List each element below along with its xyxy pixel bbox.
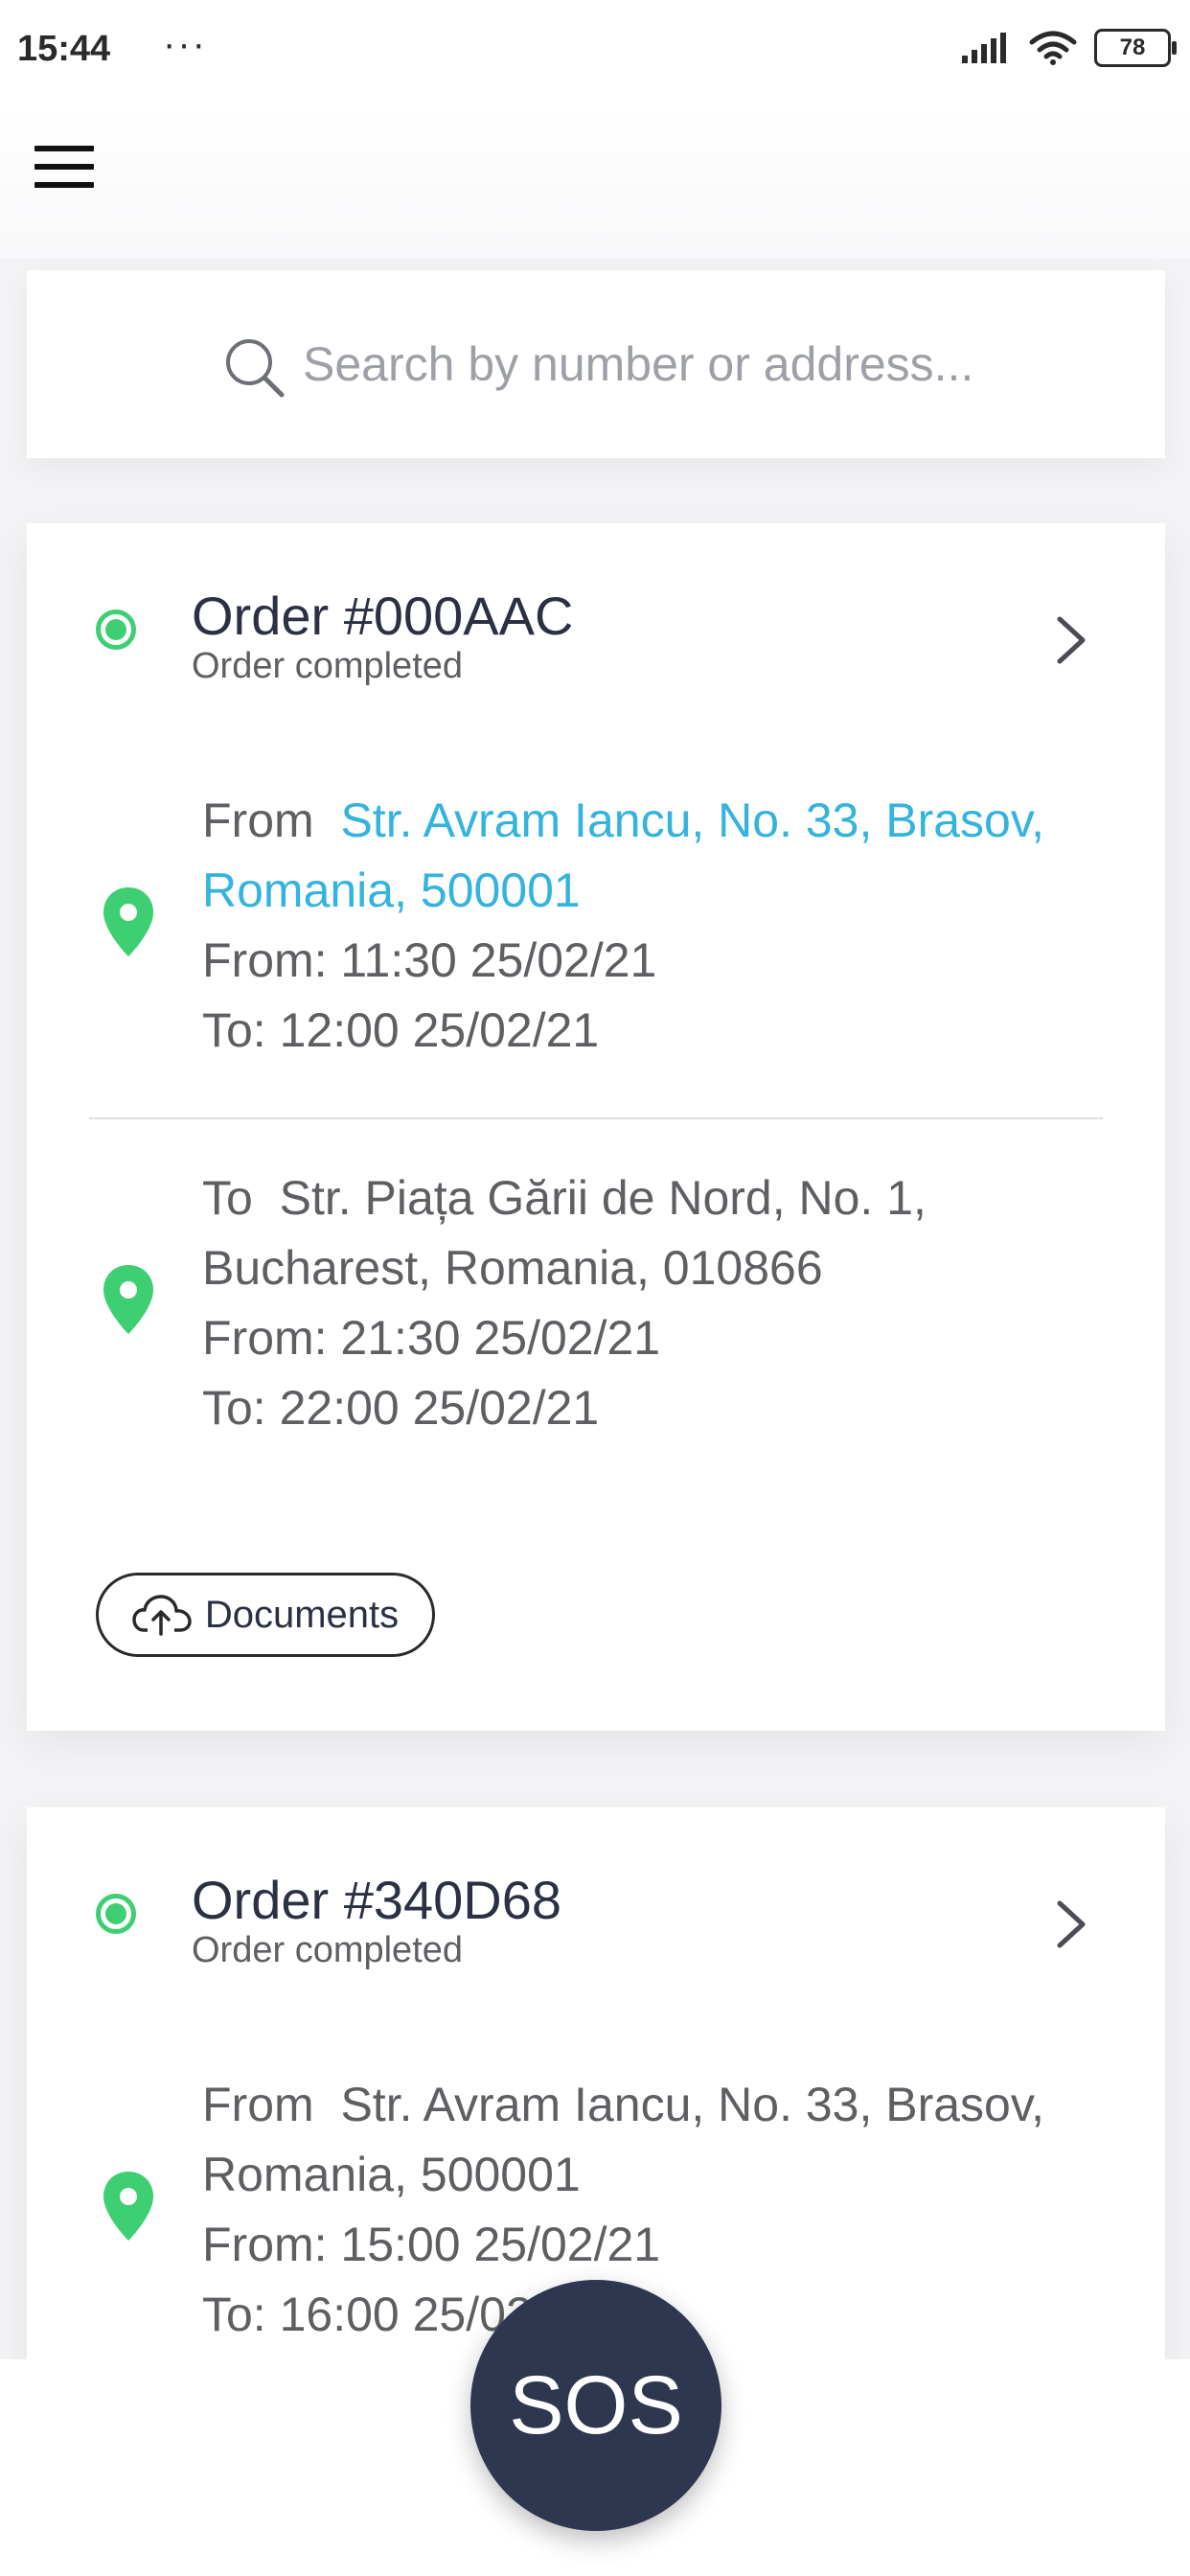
menu-icon[interactable] [34, 146, 94, 188]
location-pin-icon [103, 2172, 153, 2241]
pickup-prefix: From [202, 2078, 314, 2131]
status-time: 15:44 [17, 29, 111, 69]
order-card[interactable]: Order #000AAC Order completed From Str. … [27, 523, 1165, 1731]
order-status: Order completed [192, 1930, 464, 1970]
location-pin-icon [103, 1265, 153, 1334]
order-status: Order completed [192, 646, 464, 686]
pickup-address-line1: Str. Avram Iancu, No. 33, Brasov, [340, 2078, 1045, 2131]
status-more-dots: ··· [163, 23, 207, 65]
status-bar: 15:44 ··· 78 [0, 0, 1190, 105]
dropoff-stop: To Str. Piața Gării de Nord, No. 1, Buch… [27, 1163, 1165, 1480]
sos-button[interactable]: SOS [470, 2280, 721, 2531]
status-dot-icon [96, 1894, 136, 1934]
documents-label: Documents [204, 1593, 400, 1636]
dropoff-address-line2: Bucharest, Romania, 010866 [202, 1241, 823, 1295]
pickup-address-line2[interactable]: Romania, 500001 [202, 856, 1084, 926]
search-input[interactable] [301, 320, 1071, 408]
wifi-icon [1029, 31, 1077, 65]
dropoff-address-line1: Str. Piața Gării de Nord, No. 1, [279, 1171, 927, 1225]
pickup-prefix: From [202, 794, 314, 847]
dropoff-prefix: To [202, 1171, 253, 1225]
order-title: Order #340D68 [192, 1870, 562, 1930]
chevron-right-icon[interactable] [1056, 1899, 1087, 1949]
pickup-stop: From Str. Avram Iancu, No. 33, Brasov, R… [27, 786, 1165, 1102]
dropoff-to-time: To: 22:00 25/02/21 [202, 1381, 600, 1435]
cloud-upload-icon [132, 1595, 192, 1636]
app-header [0, 105, 1190, 259]
pickup-address: From Str. Avram Iancu, No. 33, Brasov, [202, 786, 1084, 856]
search-bar [27, 270, 1165, 458]
divider [89, 1117, 1103, 1119]
battery-icon: 78 [1094, 29, 1177, 67]
pickup-to-time: To: 12:00 25/02/21 [202, 1003, 600, 1057]
location-pin-icon [103, 887, 153, 956]
dropoff-address: To Str. Piața Gării de Nord, No. 1, [202, 1163, 1084, 1233]
order-title: Order #000AAC [192, 586, 574, 646]
pickup-from-time: From: 15:00 25/02/21 [202, 2218, 661, 2271]
dropoff-from-time: From: 21:30 25/02/21 [202, 1311, 661, 1365]
documents-button[interactable]: Documents [96, 1573, 435, 1657]
pickup-from-time: From: 11:30 25/02/21 [202, 933, 657, 987]
search-icon [226, 339, 285, 398]
chevron-right-icon[interactable] [1056, 615, 1087, 665]
status-icons: 78 [962, 29, 1177, 67]
status-dot-icon [96, 610, 136, 650]
pickup-address-line2: Romania, 500001 [202, 2148, 581, 2201]
signal-icon [962, 33, 1006, 63]
pickup-address: From Str. Avram Iancu, No. 33, Brasov, [202, 2070, 1084, 2140]
pickup-address-link[interactable]: Str. Avram Iancu, No. 33, Brasov, [340, 794, 1044, 847]
